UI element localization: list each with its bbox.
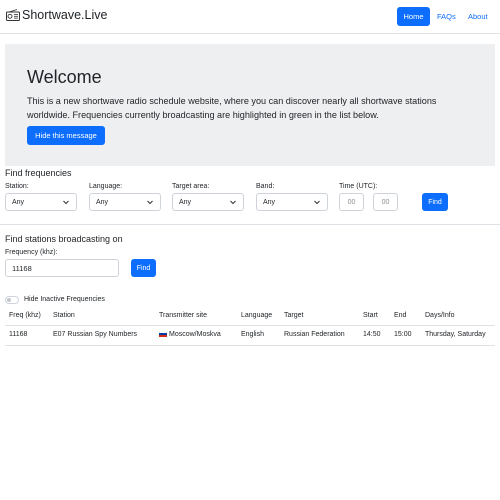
target-area-select[interactable]: Any [172, 193, 244, 211]
nav-about-link[interactable]: About [468, 12, 488, 21]
cell-transmitter: Moscow/Moskva [159, 331, 221, 338]
navbar: Shortwave.Live Home FAQs About [0, 0, 500, 34]
station-label: Station: [5, 183, 29, 190]
cell-end: 15:00 [394, 331, 412, 338]
cell-language: English [241, 331, 264, 338]
table-row-divider [5, 345, 495, 346]
find-stations-title: Find stations broadcasting on [5, 234, 123, 244]
column-header-station: Station [53, 312, 75, 319]
target-area-label: Target area: [172, 183, 210, 190]
nav-home-button[interactable]: Home [397, 7, 430, 26]
hide-inactive-toggle[interactable] [5, 296, 19, 304]
radio-icon [6, 9, 20, 21]
language-select[interactable]: Any [89, 193, 161, 211]
welcome-title: Welcome [27, 67, 102, 87]
frequency-input[interactable]: 11168 [5, 259, 119, 277]
column-header-language: Language [241, 312, 273, 319]
cell-start: 14:50 [363, 331, 381, 338]
cell-freq: 11168 [9, 331, 28, 338]
language-label: Language: [89, 183, 123, 190]
language-select-value: Any [96, 198, 109, 206]
russia-flag-icon [159, 331, 167, 337]
nav-faqs-link[interactable]: FAQs [437, 12, 456, 21]
welcome-text: This is a new shortwave radio schedule w… [27, 96, 437, 120]
find-frequencies-title: Find frequencies [5, 168, 72, 178]
column-header-freq: Freq (khz) [9, 312, 41, 319]
hide-inactive-label[interactable]: Hide Inactive Frequencies [24, 296, 105, 303]
cell-days: Thursday, Saturday [425, 331, 486, 338]
cell-station: E07 Russian Spy Numbers [53, 331, 138, 338]
hide-message-button[interactable]: Hide this message [27, 126, 105, 145]
chevron-down-icon [314, 200, 320, 205]
column-header-target: Target [284, 312, 304, 319]
time-utc-label: Time (UTC): [339, 183, 378, 190]
welcome-panel: Welcome This is a new shortwave radio sc… [5, 44, 495, 166]
target-area-select-value: Any [179, 198, 192, 206]
section-divider [0, 224, 500, 225]
band-select-value: Any [263, 198, 276, 206]
table-header-divider [5, 325, 495, 326]
station-select-value: Any [12, 198, 25, 206]
brand[interactable]: Shortwave.Live [6, 8, 107, 22]
column-header-start: Start [363, 312, 378, 319]
brand-name[interactable]: Shortwave.Live [22, 8, 107, 22]
time-to-input[interactable]: 00 [373, 193, 398, 211]
find-frequencies-button[interactable]: Find [422, 193, 448, 211]
time-from-input[interactable]: 00 [339, 193, 364, 211]
toggle-knob [7, 298, 11, 302]
column-header-transmitter: Transmitter site [159, 312, 207, 319]
find-stations-button[interactable]: Find [131, 259, 156, 277]
cell-target: Russian Federation [284, 331, 345, 338]
station-select[interactable]: Any [5, 193, 77, 211]
column-header-end: End [394, 312, 407, 319]
cell-transmitter-site: Moscow/Moskva [169, 331, 221, 338]
chevron-down-icon [230, 200, 236, 205]
chevron-down-icon [63, 200, 69, 205]
band-select[interactable]: Any [256, 193, 328, 211]
frequency-label: Frequency (khz): [5, 249, 58, 256]
band-label: Band: [256, 183, 275, 190]
column-header-days: Days/Info [425, 312, 455, 319]
chevron-down-icon [147, 200, 153, 205]
